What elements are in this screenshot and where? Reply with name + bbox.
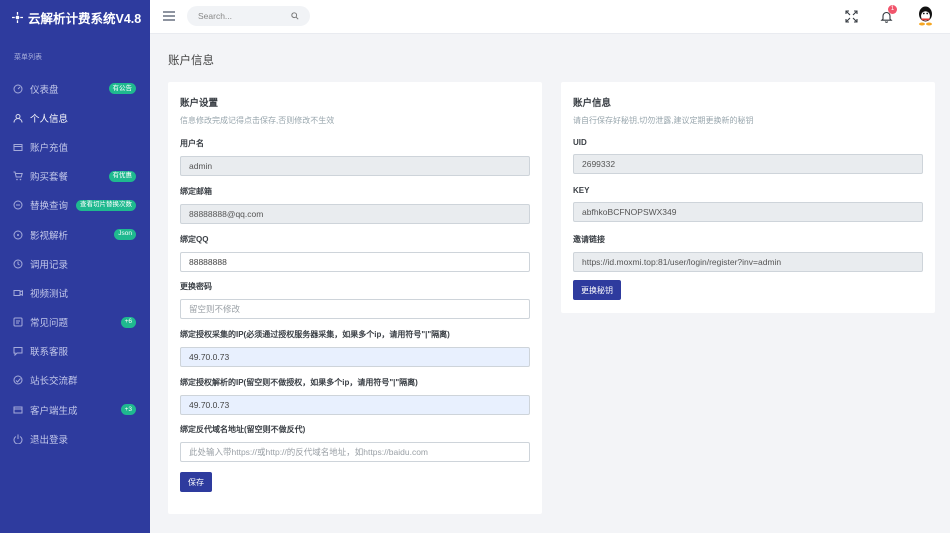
proxy-domain-field: 绑定反代域名地址(留空则不做反代)	[180, 424, 530, 462]
sidebar-item-badge: 有公告	[108, 83, 136, 94]
sidebar-item-group[interactable]: 站长交流群	[0, 366, 150, 395]
sidebar-item-cart[interactable]: 购买套餐 有优惠	[0, 162, 150, 191]
email-input	[180, 204, 530, 224]
uid-field: UID	[573, 138, 923, 174]
sidebar-item-label: 仪表盘	[30, 84, 59, 96]
email-label: 绑定邮箱	[180, 187, 212, 196]
chat-icon	[13, 347, 23, 357]
search-icon	[13, 200, 23, 210]
parse-ip-field: 绑定授权解析的IP(留空则不做授权，如果多个ip，请用符号"|"隔离)	[180, 377, 530, 415]
sidebar-item-user[interactable]: 个人信息	[0, 103, 150, 132]
sidebar-item-search[interactable]: 替换查询 查看切片替换次数	[0, 191, 150, 220]
sidebar-item-label: 账户充值	[30, 142, 69, 154]
client-icon	[13, 406, 23, 414]
group-icon	[13, 375, 23, 385]
save-button[interactable]: 保存	[180, 472, 212, 492]
key-label: KEY	[573, 186, 590, 195]
collect-ip-input[interactable]	[180, 347, 530, 367]
cart-icon	[13, 171, 23, 181]
account-settings-title: 账户设置	[180, 98, 219, 109]
notification-badge: 1	[888, 5, 897, 14]
film-icon	[13, 230, 23, 240]
sidebar-item-chat[interactable]: 联系客服	[0, 337, 150, 366]
sidebar-item-client[interactable]: 客户端生成 +3	[0, 395, 150, 424]
sidebar-item-label: 站长交流群	[30, 376, 78, 388]
qq-field: 绑定QQ	[180, 234, 530, 272]
sidebar-item-video[interactable]: 视频测试	[0, 278, 150, 307]
topbar: 1	[150, 0, 950, 34]
sidebar: 云解析计费系统V4.8 菜单列表 仪表盘 有公告个人信息账户充值购买套餐 有优惠替换…	[0, 0, 150, 533]
key-field: KEY	[573, 186, 923, 222]
sidebar-item-badge: 查看切片替换次数	[76, 199, 136, 211]
uid-input	[573, 154, 923, 174]
logout-icon	[13, 434, 23, 444]
video-icon	[13, 289, 23, 296]
account-settings-card: 账户设置 信息修改完成记得点击保存,否则修改不生效 用户名 绑定邮箱 绑定QQ …	[168, 82, 542, 514]
brand-title: 云解析计费系统V4.8	[28, 11, 142, 26]
sidebar-item-label: 调用记录	[30, 259, 69, 271]
sidebar-item-label: 影视解析	[30, 230, 69, 242]
username-input	[180, 156, 530, 176]
user-icon	[13, 113, 23, 123]
key-input	[573, 202, 923, 222]
sidebar-item-label: 购买套餐	[30, 172, 69, 184]
avatar[interactable]	[917, 6, 934, 26]
sidebar-item-label: 常见问题	[30, 318, 69, 330]
dashboard-icon	[13, 84, 23, 94]
qq-input[interactable]	[180, 252, 530, 272]
wallet-icon	[13, 143, 23, 151]
qq-label: 绑定QQ	[180, 235, 209, 244]
sidebar-item-label: 个人信息	[30, 113, 69, 125]
sidebar-item-label: 替换查询	[30, 201, 69, 213]
sidebar-item-badge: 有优惠	[108, 170, 136, 182]
menu-toggle-icon[interactable]	[163, 11, 175, 21]
history-icon	[13, 259, 23, 269]
password-field: 更换密码	[180, 281, 530, 319]
collect-ip-field: 绑定授权采集的IP(必须通过授权服务器采集，如果多个ip，请用符号"|"隔离)	[180, 329, 530, 367]
uid-label: UID	[573, 138, 587, 147]
help-icon	[13, 317, 23, 327]
sidebar-item-badge: +6	[120, 316, 136, 328]
invite-link-field: 邀请链接	[573, 234, 923, 272]
invite-link-input	[573, 252, 923, 272]
sidebar-item-label: 退出登录	[30, 434, 69, 446]
sidebar-item-history[interactable]: 调用记录	[0, 249, 150, 278]
collect-ip-label: 绑定授权采集的IP(必须通过授权服务器采集，如果多个ip，请用符号"|"隔离)	[180, 330, 450, 339]
account-info-subtitle: 请自行保存好秘钥,切勿泄露,建议定期更换新的秘钥	[573, 116, 754, 125]
logo-icon	[12, 11, 23, 23]
proxy-domain-input[interactable]	[180, 442, 530, 462]
search-input[interactable]	[198, 11, 288, 21]
username-field: 用户名	[180, 138, 530, 176]
sidebar-item-label: 联系客服	[30, 347, 69, 359]
sidebar-item-help[interactable]: 常见问题 +6	[0, 308, 150, 337]
sidebar-item-label: 视频测试	[30, 288, 69, 300]
brand[interactable]: 云解析计费系统V4.8	[0, 0, 150, 34]
parse-ip-input[interactable]	[180, 395, 530, 415]
password-input[interactable]	[180, 299, 530, 319]
proxy-domain-label: 绑定反代域名地址(留空则不做反代)	[180, 425, 306, 434]
fullscreen-icon[interactable]	[845, 10, 858, 23]
account-info-title: 账户信息	[573, 98, 612, 109]
email-field: 绑定邮箱	[180, 186, 530, 224]
sidebar-item-dashboard[interactable]: 仪表盘 有公告	[0, 74, 150, 103]
sidebar-item-logout[interactable]: 退出登录	[0, 424, 150, 453]
username-label: 用户名	[180, 139, 204, 148]
parse-ip-label: 绑定授权解析的IP(留空则不做授权，如果多个ip，请用符号"|"隔离)	[180, 378, 418, 387]
sidebar-item-film[interactable]: 影视解析 Json	[0, 220, 150, 249]
password-label: 更换密码	[180, 282, 212, 291]
sidebar-item-wallet[interactable]: 账户充值	[0, 132, 150, 161]
sidebar-item-badge: Json	[114, 228, 136, 240]
invite-link-label: 邀请链接	[573, 235, 605, 244]
menu-section-title: 菜单列表	[14, 54, 42, 61]
search-box	[187, 6, 310, 26]
account-settings-subtitle: 信息修改完成记得点击保存,否则修改不生效	[180, 116, 335, 125]
sidebar-item-label: 客户端生成	[30, 405, 78, 417]
sidebar-item-badge: +3	[120, 404, 136, 416]
change-key-button[interactable]: 更换秘钥	[573, 280, 621, 300]
search-icon[interactable]	[291, 12, 299, 20]
account-info-card: 账户信息 请自行保存好秘钥,切勿泄露,建议定期更换新的秘钥 UID KEY 邀请…	[561, 82, 935, 313]
page-title: 账户信息	[168, 55, 214, 67]
